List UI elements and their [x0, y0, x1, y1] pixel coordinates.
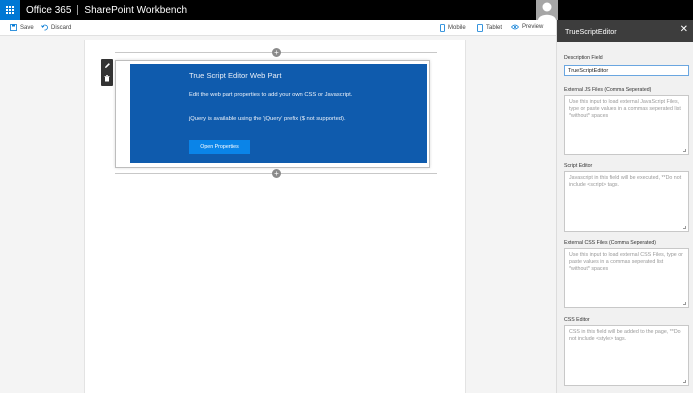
external-js-placeholder: Use this input to load external JavaScri… [569, 99, 681, 119]
external-js-textarea[interactable]: Use this input to load external JavaScri… [564, 95, 689, 155]
mobile-icon [440, 24, 445, 32]
discard-label: Discard [51, 24, 72, 31]
save-button[interactable]: Save [10, 24, 34, 31]
script-editor-placeholder: Javascript in this field will be execute… [569, 175, 682, 188]
avatar[interactable] [536, 0, 558, 20]
mobile-preview-button[interactable]: Mobile [440, 24, 466, 32]
property-pane: TrueScriptEditor ✕ Description Field Tru… [556, 20, 693, 393]
close-icon[interactable]: ✕ [680, 25, 688, 35]
tablet-label: Tablet [486, 25, 503, 31]
external-css-placeholder: Use this input to load external CSS File… [569, 252, 683, 272]
property-pane-title: TrueScriptEditor [565, 26, 617, 36]
description-field[interactable]: TrueScriptEditor [564, 65, 689, 76]
save-label: Save [20, 24, 34, 31]
edit-button[interactable] [101, 59, 113, 72]
web-part-jquery-note: jQuery is available using the 'jQuery' p… [189, 116, 346, 122]
delete-button[interactable] [101, 72, 113, 85]
web-part: True Script Editor Web Part Edit the web… [130, 64, 427, 163]
external-css-label: External CSS Files (Comma Seperated) [564, 240, 656, 246]
preview-button[interactable]: Preview [511, 24, 543, 30]
pencil-icon [104, 63, 110, 68]
tablet-icon [477, 24, 483, 32]
property-pane-header: TrueScriptEditor ✕ [557, 20, 693, 42]
app-launcher-icon[interactable] [0, 0, 20, 20]
external-css-textarea[interactable]: Use this input to load external CSS File… [564, 248, 689, 308]
script-editor-label: Script Editor [564, 163, 593, 169]
brand-label[interactable]: Office 365 [26, 5, 71, 16]
suite-bar: Office 365 SharePoint Workbench [0, 0, 693, 20]
preview-label: Preview [522, 24, 544, 30]
script-editor-textarea[interactable]: Javascript in this field will be execute… [564, 171, 689, 232]
site-title[interactable]: SharePoint Workbench [84, 5, 187, 16]
trash-icon [104, 75, 110, 82]
resize-handle[interactable] [683, 149, 686, 152]
description-label: Description Field [564, 55, 603, 61]
undo-icon [41, 24, 48, 31]
css-editor-label: CSS Editor [564, 317, 590, 323]
add-section-bottom-icon[interactable]: + [272, 169, 281, 178]
tablet-preview-button[interactable]: Tablet [477, 24, 502, 32]
save-icon [10, 24, 17, 31]
eye-icon [511, 24, 519, 30]
discard-button[interactable]: Discard [41, 24, 71, 31]
web-part-description: Edit the web part properties to add your… [189, 92, 353, 98]
resize-handle[interactable] [683, 380, 686, 383]
css-editor-placeholder: CSS in this field will be added to the p… [569, 329, 681, 342]
workbench-canvas: + True Script Editor Web Part Edit the w… [84, 40, 466, 393]
web-part-title: True Script Editor Web Part [189, 71, 282, 80]
web-part-toolbar [101, 59, 113, 86]
external-js-label: External JS Files (Comma Seperated) [564, 87, 652, 93]
divider [77, 5, 79, 15]
mobile-label: Mobile [448, 25, 466, 31]
add-section-top-icon[interactable]: + [272, 48, 281, 57]
resize-handle[interactable] [683, 226, 686, 229]
resize-handle[interactable] [683, 302, 686, 305]
command-bar: Save Discard Mobile Tablet Preview [0, 20, 556, 36]
open-properties-button[interactable]: Open Properties [189, 140, 250, 154]
css-editor-textarea[interactable]: CSS in this field will be added to the p… [564, 325, 689, 386]
